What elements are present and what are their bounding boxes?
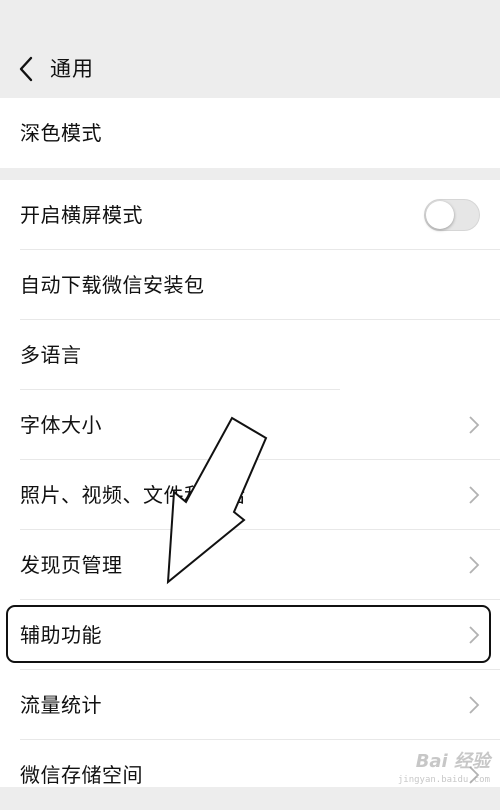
chevron-right-icon	[469, 696, 480, 714]
navigation-bar: 通用	[0, 0, 500, 98]
list-item-label: 微信存储空间	[20, 763, 143, 787]
list-item-language[interactable]: 多语言	[0, 320, 500, 390]
chevron-right-icon	[469, 626, 480, 644]
chevron-right-icon	[469, 486, 480, 504]
list-item-label: 多语言	[20, 343, 82, 367]
landscape-mode-row: 开启横屏模式	[0, 180, 500, 250]
watermark-brand: Bai 经验	[415, 751, 490, 772]
list-item-label: 自动下载微信安装包	[20, 273, 205, 297]
dark-mode-label: 深色模式	[20, 121, 102, 145]
list-item-accessibility[interactable]: 辅助功能	[0, 600, 500, 670]
chevron-right-icon	[469, 556, 480, 574]
back-button[interactable]	[12, 54, 40, 84]
chevron-right-icon	[469, 416, 480, 434]
dark-mode-section: 深色模式	[0, 98, 500, 168]
settings-list: 开启横屏模式 自动下载微信安装包 多语言 字体大小 照片、视频、文件和通话 发现…	[0, 180, 500, 787]
toggle-knob	[426, 201, 454, 229]
watermark: Bai 经验 jingyan.baidu.com	[398, 747, 490, 785]
list-item-auto-download[interactable]: 自动下载微信安装包	[0, 250, 500, 320]
list-item-label: 照片、视频、文件和通话	[20, 483, 246, 507]
list-item-font-size[interactable]: 字体大小	[0, 390, 500, 460]
dark-mode-row[interactable]: 深色模式	[0, 98, 500, 168]
watermark-url: jingyan.baidu.com	[397, 775, 490, 785]
list-item-media[interactable]: 照片、视频、文件和通话	[0, 460, 500, 530]
landscape-mode-label: 开启横屏模式	[20, 203, 143, 227]
list-item-label: 字体大小	[20, 413, 102, 437]
list-item-label: 发现页管理	[20, 553, 123, 577]
list-item-data-usage[interactable]: 流量统计	[0, 670, 500, 740]
chevron-left-icon	[19, 56, 33, 82]
landscape-mode-toggle[interactable]	[424, 199, 480, 231]
page-title: 通用	[50, 57, 94, 81]
list-item-label: 流量统计	[20, 693, 102, 717]
list-item-label: 辅助功能	[20, 623, 102, 647]
list-item-discover[interactable]: 发现页管理	[0, 530, 500, 600]
